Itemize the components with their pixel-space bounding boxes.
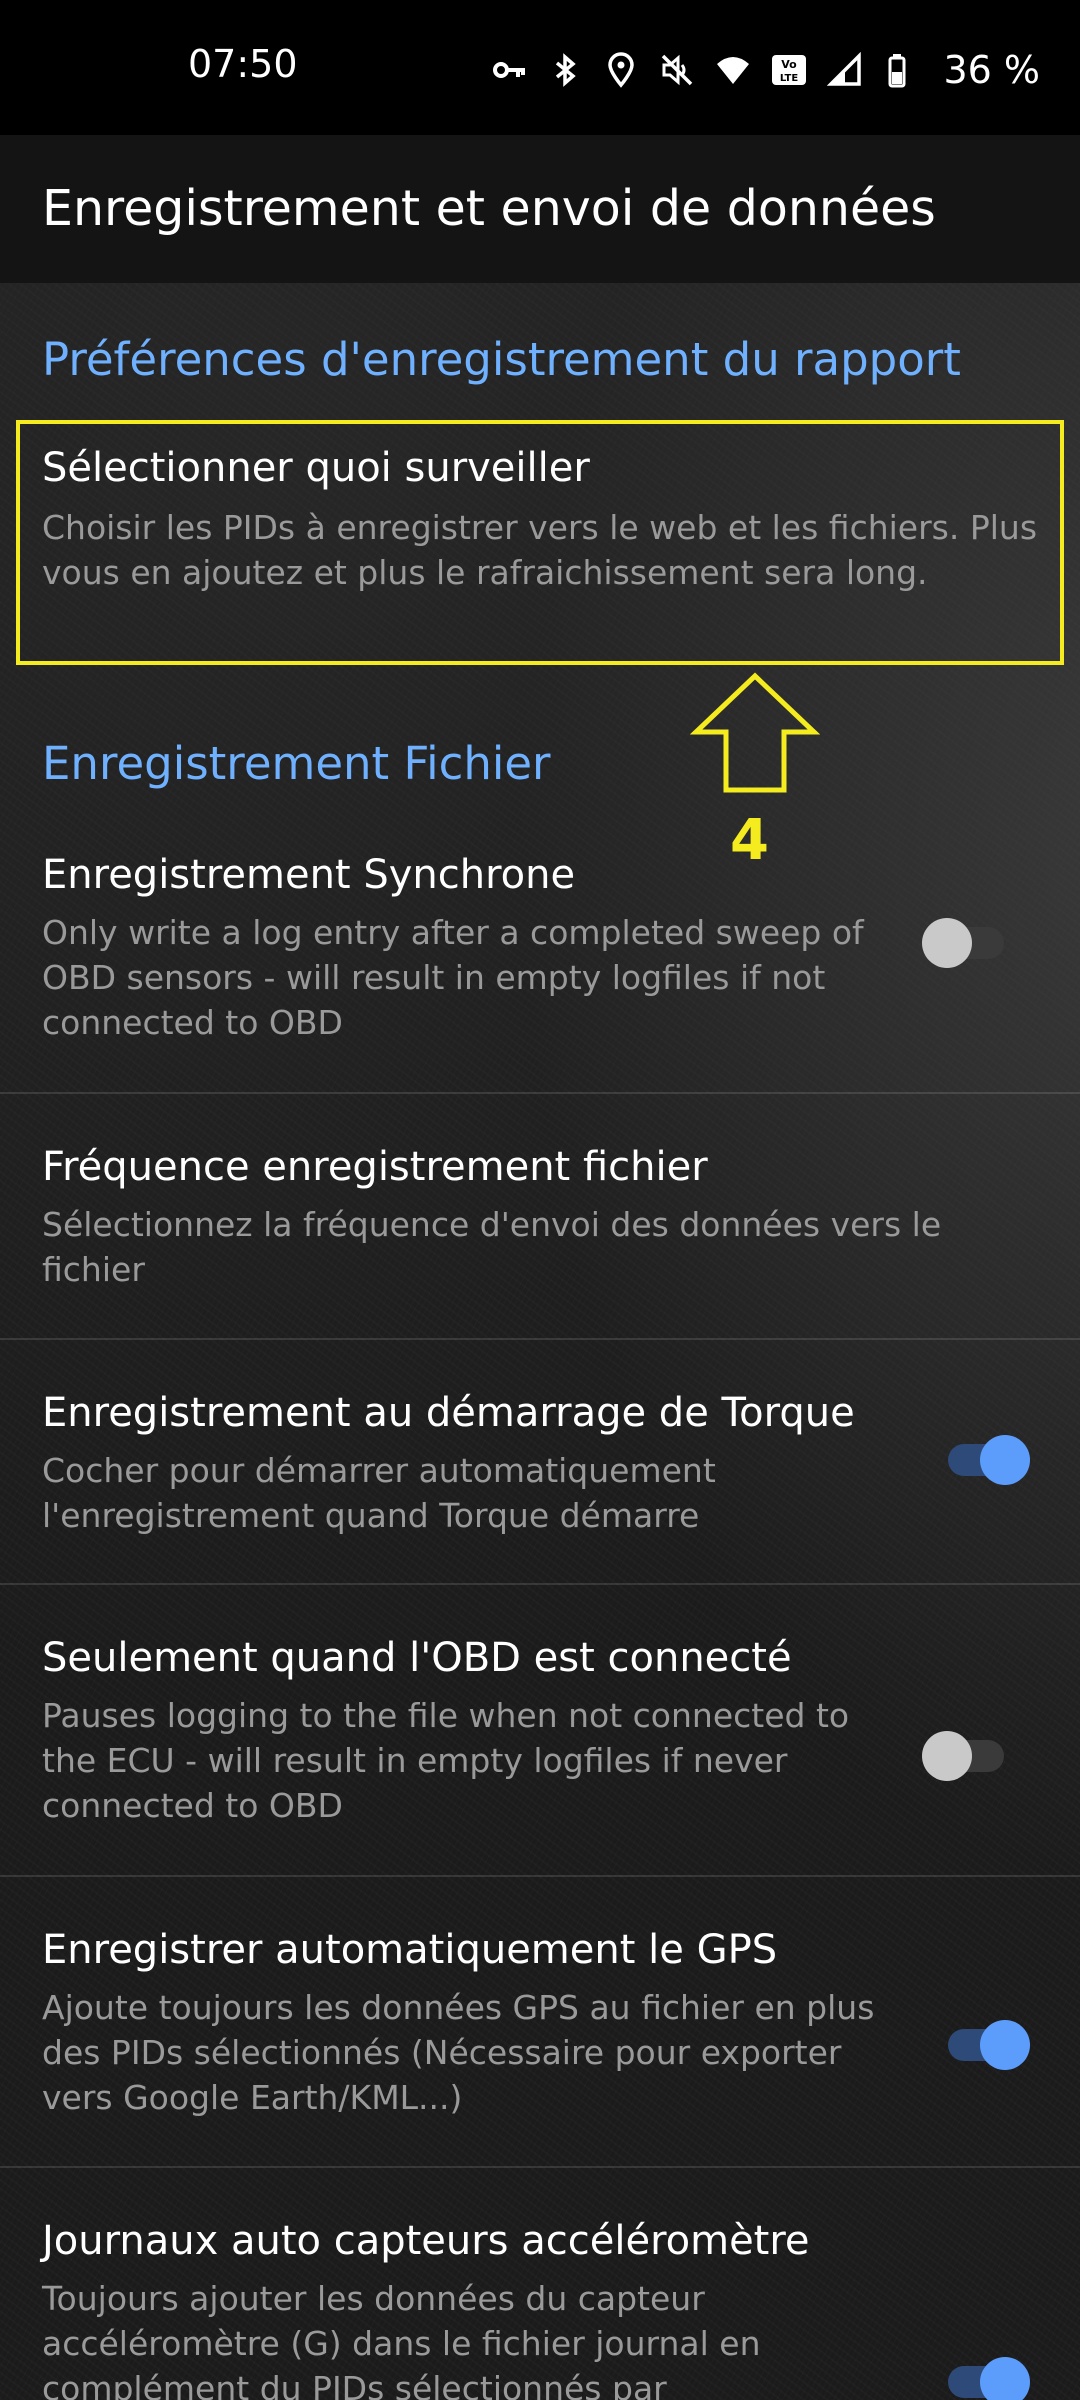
section-title-file: Enregistrement Fichier	[42, 737, 551, 790]
pref-summary: Toujours ajouter les données du capteur …	[42, 2279, 761, 2400]
pref-summary: Sélectionnez la fréquence d'envoi des do…	[42, 1205, 942, 1289]
pref-only-obd-connected[interactable]: Seulement quand l'OBD est connecté Pause…	[0, 1585, 1080, 1875]
app-bar: Enregistrement et envoi de données	[0, 135, 1080, 283]
toggle-thumb	[922, 1731, 972, 1781]
toggle-thumb	[980, 1435, 1030, 1485]
pref-title: Seulement quand l'OBD est connecté	[42, 1635, 792, 1681]
wifi-icon	[715, 52, 751, 88]
pref-title: Enregistrement Synchrone	[42, 852, 576, 898]
signal-icon	[827, 52, 863, 88]
annotation-highlight-box	[16, 420, 1064, 665]
accel-logs-toggle[interactable]	[940, 2354, 1030, 2400]
mute-icon	[659, 52, 695, 88]
svg-text:LTE: LTE	[780, 73, 799, 84]
only-obd-connected-toggle[interactable]	[922, 1728, 1012, 1784]
pref-title: Fréquence enregistrement fichier	[42, 1144, 708, 1190]
pref-auto-gps[interactable]: Enregistrer automatiquement le GPS Ajout…	[0, 1877, 1080, 2166]
svg-text:Vo: Vo	[782, 58, 798, 71]
annotation-arrow-icon	[690, 672, 820, 793]
pref-title: Enregistrer automatiquement le GPS	[42, 1927, 778, 1973]
toggle-thumb	[922, 918, 972, 968]
volte-icon: Vo LTE	[771, 52, 807, 88]
battery-icon	[883, 52, 919, 88]
vpn-key-icon	[491, 52, 527, 88]
pref-summary: Cocher pour démarrer automatiquement l'e…	[42, 1451, 716, 1535]
sync-logging-toggle[interactable]	[922, 915, 1012, 971]
battery-percent: 36 %	[943, 48, 1040, 92]
log-on-start-toggle[interactable]	[940, 1432, 1030, 1488]
location-icon	[603, 52, 639, 88]
pref-title: Enregistrement au démarrage de Torque	[42, 1390, 855, 1436]
page-title: Enregistrement et envoi de données	[42, 180, 936, 237]
pref-title: Journaux auto capteurs accéléromètre	[42, 2218, 810, 2264]
pref-accel-logs[interactable]: Journaux auto capteurs accéléromètre Tou…	[0, 2168, 1080, 2400]
auto-gps-toggle[interactable]	[940, 2017, 1030, 2073]
pref-sync-logging[interactable]: Enregistrement Synchrone Only write a lo…	[0, 820, 1080, 1092]
status-time: 07:50	[188, 42, 298, 86]
pref-log-on-start[interactable]: Enregistrement au démarrage de Torque Co…	[0, 1340, 1080, 1583]
status-icons: Vo LTE 36 %	[491, 40, 1040, 100]
toggle-thumb	[980, 2357, 1030, 2400]
status-bar: 07:50 Vo LTE 36 %	[0, 0, 1080, 135]
pref-summary: Only write a log entry after a completed…	[42, 913, 864, 1042]
pref-file-frequency[interactable]: Fréquence enregistrement fichier Sélecti…	[0, 1094, 1080, 1338]
pref-summary: Ajoute toujours les données GPS au fichi…	[42, 1988, 875, 2117]
section-title-report: Préférences d'enregistrement du rapport	[42, 333, 961, 386]
pref-summary: Pauses logging to the file when not conn…	[42, 1696, 850, 1825]
toggle-thumb	[980, 2020, 1030, 2070]
bluetooth-icon	[547, 52, 583, 88]
